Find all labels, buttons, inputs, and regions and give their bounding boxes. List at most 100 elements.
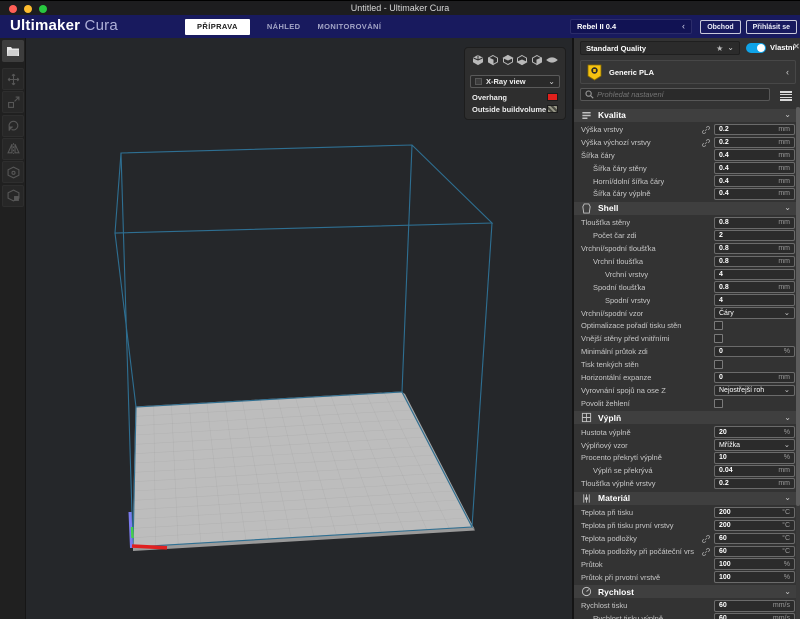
- view-3d-button[interactable]: [472, 53, 484, 71]
- setting-checkbox[interactable]: [714, 334, 723, 343]
- setting-label: Výplňový vzor: [574, 441, 628, 450]
- setting-label: Průtok: [574, 560, 603, 569]
- setting-checkbox[interactable]: [714, 321, 723, 330]
- material-selector[interactable]: Generic PLA ‹: [580, 60, 796, 84]
- left-toolbar: [0, 38, 26, 619]
- section-header-rychlost[interactable]: Rychlost⌄: [574, 585, 798, 598]
- setting-value-field[interactable]: 60°C: [714, 546, 795, 558]
- section-header-shell[interactable]: Shell⌄: [574, 202, 798, 215]
- chevron-down-icon: ⌄: [727, 46, 734, 50]
- setting-value-field[interactable]: 0mm: [714, 372, 795, 384]
- setting-value-field[interactable]: 0.8mm: [714, 217, 795, 229]
- setting-value-field[interactable]: 200°C: [714, 507, 795, 519]
- setting-value-field[interactable]: 0.4mm: [714, 188, 795, 200]
- profile-name: Standard Quality: [586, 44, 646, 53]
- section-header-material[interactable]: Materiál⌄: [574, 492, 798, 505]
- setting-value-field[interactable]: 0.4mm: [714, 175, 795, 187]
- setting-value-field[interactable]: 200°C: [714, 520, 795, 532]
- setting-checkbox[interactable]: [714, 360, 723, 369]
- custom-mode-toggle[interactable]: [746, 43, 766, 53]
- setting-value-field[interactable]: 4: [714, 294, 795, 306]
- setting-value-field[interactable]: 60mm/s: [714, 613, 795, 619]
- setting-value-field[interactable]: 4: [714, 269, 795, 281]
- setting-label: Rychlost tisku: [574, 601, 627, 610]
- setting-value-field[interactable]: 2: [714, 230, 795, 242]
- open-file-button[interactable]: [2, 40, 24, 62]
- link-icon: [701, 547, 711, 557]
- rotate-tool-button[interactable]: [2, 115, 24, 137]
- close-window-icon[interactable]: [9, 5, 17, 13]
- section-header-kvalita[interactable]: Kvalita⌄: [574, 109, 798, 122]
- setting-dropdown[interactable]: Nejostřejší roh⌄: [714, 385, 795, 397]
- render-mode-dropdown[interactable]: X-Ray view ⌄: [470, 75, 560, 88]
- setting-value-field[interactable]: 0%: [714, 346, 795, 358]
- scale-tool-button[interactable]: [2, 91, 24, 113]
- view-left-button[interactable]: [531, 53, 543, 71]
- app-logo: Ultimaker Cura: [10, 17, 118, 34]
- close-icon[interactable]: ✕: [793, 42, 800, 51]
- setting-value-field[interactable]: 0.2mm: [714, 478, 795, 490]
- setting-value-field[interactable]: 60mm/s: [714, 600, 795, 612]
- section-header-vypln[interactable]: Výplň⌄: [574, 411, 798, 424]
- setting-value-field[interactable]: 0.8mm: [714, 256, 795, 268]
- link-icon: [701, 138, 711, 148]
- setting-dropdown[interactable]: Čáry⌄: [714, 307, 795, 319]
- view-top-button[interactable]: [502, 53, 514, 71]
- minimize-window-icon[interactable]: [24, 5, 32, 13]
- settings-list: Kvalita⌄Výška vrstvy0.2mmVýška výchozí v…: [574, 107, 798, 619]
- setting-value-field[interactable]: 100%: [714, 558, 795, 570]
- tab-priprava[interactable]: PŘÍPRAVA: [185, 19, 250, 35]
- settings-scrollbar[interactable]: [796, 107, 800, 619]
- setting-checkbox[interactable]: [714, 399, 723, 408]
- setting-value-field[interactable]: 0.2mm: [714, 137, 795, 149]
- setting-value-field[interactable]: 0.2mm: [714, 124, 795, 136]
- setting-label: Hustota výplně: [574, 428, 631, 437]
- mirror-tool-button[interactable]: [2, 138, 24, 160]
- view-bottom-button[interactable]: [516, 53, 528, 71]
- window-titlebar: Untitled - Ultimaker Cura: [0, 0, 800, 15]
- setting-value-field[interactable]: 0.8mm: [714, 281, 795, 293]
- material-icon: [581, 493, 592, 504]
- setting-row-hustota-vyplne: Hustota výplně 20%: [574, 426, 798, 439]
- profile-dropdown[interactable]: Standard Quality ★ ⌄: [580, 41, 740, 55]
- settings-menu-icon[interactable]: [780, 90, 792, 102]
- setting-row-spodni-vrstvy: Spodní vrstvy4: [574, 294, 798, 307]
- setting-value-field[interactable]: 10%: [714, 452, 795, 464]
- search-input[interactable]: [597, 90, 765, 99]
- sign-in-button[interactable]: Přihlásit se: [746, 20, 797, 34]
- window-title: Untitled - Ultimaker Cura: [351, 3, 450, 13]
- setting-value-field[interactable]: 0.4mm: [714, 162, 795, 174]
- setting-row-horni-dolni-sirka-cary: Horní/dolní šířka čáry0.4mm: [574, 175, 798, 188]
- setting-label: Počet čar zdi: [574, 231, 636, 240]
- view-right-button[interactable]: [546, 53, 558, 71]
- overhang-color-swatch: [547, 93, 558, 101]
- setting-value-field[interactable]: 0.04mm: [714, 465, 795, 477]
- setting-value-field[interactable]: 0.8mm: [714, 243, 795, 255]
- printer-selector[interactable]: Rebel II 0.4 ‹: [570, 19, 692, 34]
- setting-label: Spodní tloušťka: [574, 283, 645, 292]
- setting-value-field[interactable]: 0.4mm: [714, 149, 795, 161]
- move-tool-button[interactable]: [2, 68, 24, 90]
- per-model-settings-tool-button[interactable]: [2, 161, 24, 183]
- setting-label: Teplota podložky: [574, 534, 637, 543]
- setting-row-teplota-podlozky-pri-pocatecni-vrstve: Teplota podložky při počáteční vrstvě60°…: [574, 545, 798, 558]
- setting-label: Minimální průtok zdi: [574, 347, 648, 356]
- tab-nahled[interactable]: NÁHLED: [267, 22, 301, 31]
- setting-value-field[interactable]: 100%: [714, 571, 795, 583]
- zoom-window-icon[interactable]: [39, 5, 47, 13]
- chevron-down-icon: ⌄: [784, 388, 790, 392]
- setting-row-pocet-car-zdi: Počet čar zdi 2: [574, 229, 798, 242]
- marketplace-button[interactable]: Obchod: [700, 20, 740, 34]
- view-front-button[interactable]: [487, 53, 499, 71]
- setting-value-field[interactable]: 60°C: [714, 533, 795, 545]
- setting-dropdown[interactable]: Mřížka⌄: [714, 439, 795, 451]
- setting-label: Horizontální expanze: [574, 373, 651, 382]
- settings-search[interactable]: [580, 88, 770, 101]
- setting-value-field[interactable]: 20%: [714, 426, 795, 438]
- setting-label: Povolit žehlení: [574, 399, 630, 408]
- support-blocker-tool-button[interactable]: [2, 185, 24, 207]
- tab-monitorovani[interactable]: MONITOROVÁNÍ: [318, 22, 382, 31]
- viewport-3d[interactable]: X-Ray view ⌄ OverhangOutside buildvolume: [26, 38, 572, 619]
- chevron-left-icon: ‹: [682, 22, 685, 31]
- material-badge-icon: [587, 64, 602, 81]
